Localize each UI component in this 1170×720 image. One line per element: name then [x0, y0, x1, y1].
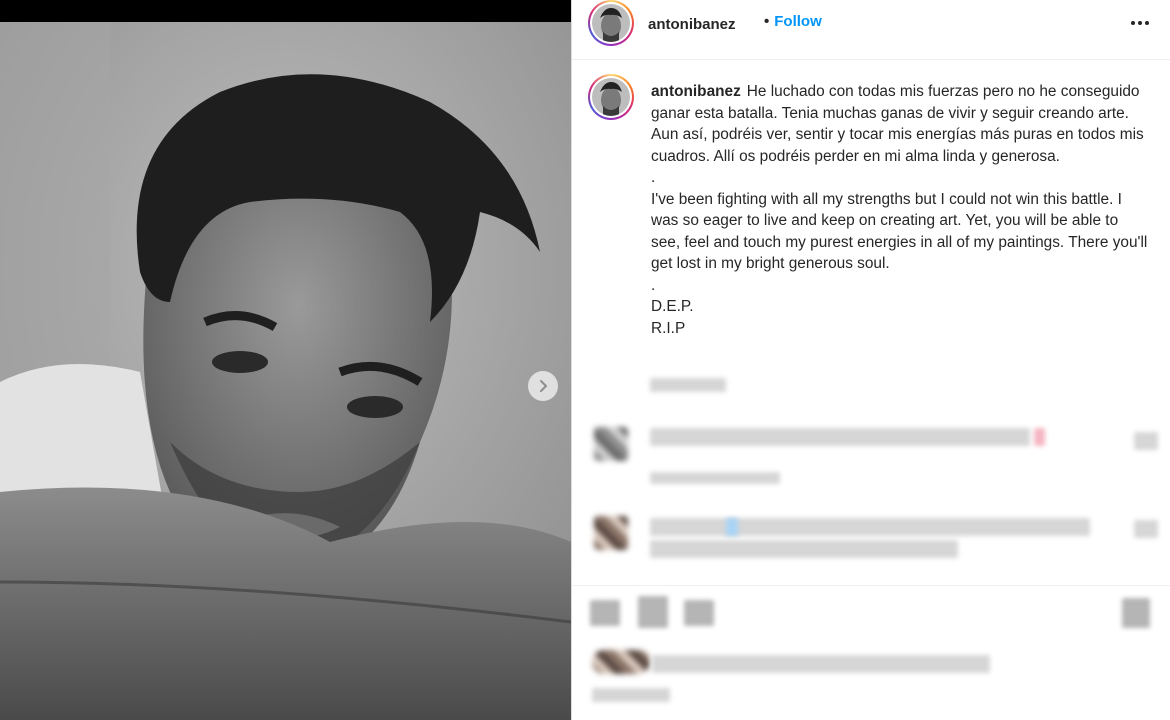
- caption-body: antonibanez He luchado con todas mis fuer…: [651, 81, 1151, 339]
- caption-avatar[interactable]: [588, 74, 634, 120]
- actions-divider: [572, 585, 1170, 586]
- comment-emoji-blurred: [1034, 428, 1045, 446]
- comment-like-icon-blurred[interactable]: [1134, 520, 1158, 538]
- share-icon-blurred[interactable]: [684, 600, 714, 626]
- caption-timestamp-blurred: [650, 378, 726, 392]
- comment-avatar[interactable]: [594, 516, 628, 550]
- caption-username[interactable]: antonibanez: [651, 83, 741, 100]
- separator-dot: •: [764, 13, 770, 30]
- more-options-button[interactable]: [1127, 10, 1153, 36]
- comment-emoji-blurred: [726, 518, 738, 536]
- post-date-blurred: [592, 688, 670, 702]
- more-horizontal-icon: [1131, 21, 1149, 25]
- comment-text-blurred: [650, 428, 1030, 446]
- liked-by-avatars-blurred[interactable]: [592, 650, 650, 674]
- comment-text-blurred: [650, 540, 958, 558]
- comment-like-icon-blurred[interactable]: [1134, 432, 1158, 450]
- caption-text: He luchado con todas mis fuerzas pero no…: [651, 83, 1148, 337]
- comment-avatar[interactable]: [594, 427, 628, 461]
- post-photo: [0, 22, 571, 720]
- media-top-bar: [0, 0, 571, 22]
- follow-button[interactable]: • Follow: [764, 13, 822, 30]
- author-username[interactable]: antonibanez: [648, 16, 736, 33]
- post-media: [0, 0, 571, 720]
- author-avatar[interactable]: [588, 0, 634, 46]
- follow-label: Follow: [774, 13, 822, 30]
- post-side-panel: antonibanez • Follow antonibanez He luchad…: [572, 0, 1170, 720]
- like-icon-blurred[interactable]: [590, 600, 620, 626]
- post-header: antonibanez • Follow: [572, 0, 1170, 60]
- comment-icon-blurred[interactable]: [638, 596, 668, 628]
- next-photo-button[interactable]: [528, 371, 558, 401]
- comment-text-blurred: [650, 518, 1090, 536]
- liked-by-text-blurred: [652, 655, 990, 673]
- chevron-right-icon: [540, 380, 547, 392]
- bookmark-icon-blurred[interactable]: [1122, 598, 1150, 628]
- comment-meta-blurred: [650, 472, 780, 484]
